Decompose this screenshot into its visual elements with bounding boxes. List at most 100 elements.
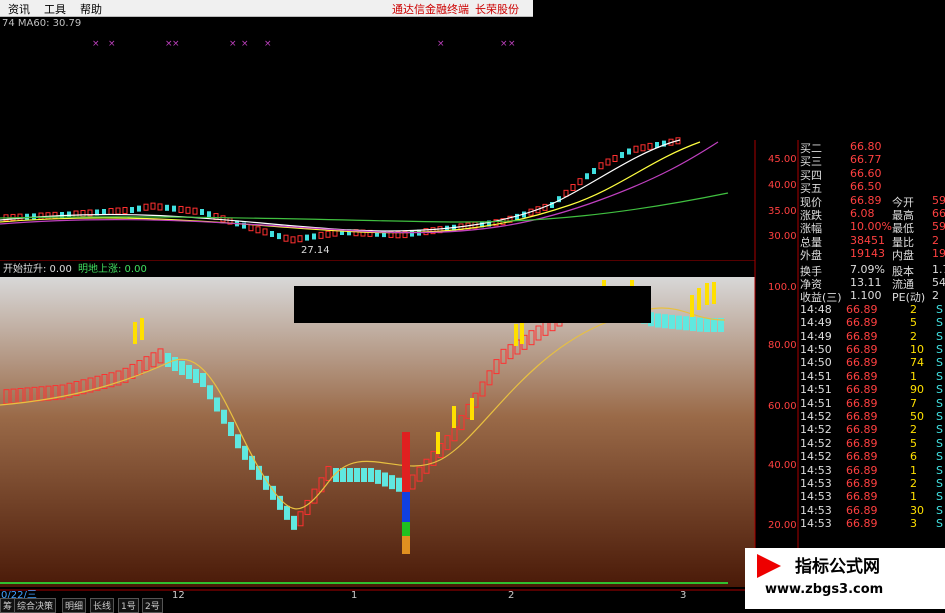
price-candle [592, 168, 596, 174]
osc-candle [690, 317, 696, 331]
price-candle [585, 173, 589, 180]
price-candle [207, 211, 211, 218]
tab-long[interactable]: 长线 [90, 598, 115, 613]
osc-tick-40: 40.00 [768, 460, 797, 471]
tick-volume: 10 [910, 343, 924, 356]
price-candle [32, 213, 36, 220]
price-candle [200, 209, 204, 215]
stat-row: 涨跌 6.08 最高 66 [798, 207, 945, 222]
stat-value: 1.100 [850, 289, 882, 303]
tick-volume: 1 [910, 369, 917, 383]
tab-decision[interactable]: 综合决策 [14, 598, 57, 613]
marker-bar-orange [402, 536, 410, 554]
osc-candle [676, 315, 682, 330]
tab-detail[interactable]: 明细 [62, 598, 87, 613]
osc-candle [361, 468, 367, 482]
tick-time: 14:52 [800, 450, 832, 464]
price-candle [25, 213, 29, 220]
tab-chip[interactable]: 筹 [0, 598, 16, 613]
tick-time: 14:52 [800, 410, 832, 423]
price-candle [165, 204, 169, 211]
signal-marker: × [241, 39, 249, 49]
stock-name: 长荣股份 [475, 3, 519, 16]
panel2-kaipan: 开始拉升: 0.00 [3, 262, 72, 275]
stat-value: 1.7 [932, 262, 945, 276]
osc-candle [193, 369, 199, 383]
tick-row: 14:53 66.89 1 S [798, 464, 945, 477]
tick-side: S [936, 423, 943, 437]
menu-item-help[interactable]: 帮助 [80, 1, 102, 17]
banner-url: www.zbgs3.com [765, 582, 884, 597]
tick-row: 14:50 66.89 10 S [798, 343, 945, 356]
banner-title: 指标公式网 [795, 557, 880, 577]
ma-legend: 74 MA60: 30.79 [2, 18, 81, 29]
osc-candle [662, 314, 668, 329]
osc-candle [186, 365, 192, 379]
osc-candle [200, 373, 206, 387]
tick-price: 66.89 [846, 517, 878, 531]
osc-candle [655, 313, 661, 328]
menu-item-news[interactable]: 资讯 [8, 1, 30, 17]
osc-candle [375, 469, 381, 484]
tick-price: 66.89 [846, 503, 878, 517]
tick-price: 66.89 [846, 436, 878, 450]
osc-candle [683, 316, 689, 331]
logo-icon [757, 554, 781, 578]
price-candle [270, 231, 274, 237]
signal-marker: × [172, 39, 180, 49]
price-tick-35: 35.00 [768, 206, 797, 217]
low-label: 27.14 [301, 245, 330, 256]
tick-time: 14:51 [800, 369, 832, 383]
tab-no1[interactable]: 1号 [118, 598, 139, 613]
tick-volume: 50 [910, 410, 924, 423]
osc-tick-100: 100.0 [768, 282, 797, 293]
redaction-box [294, 286, 651, 323]
price-candle [130, 207, 134, 213]
tick-time: 14:51 [800, 396, 832, 410]
price-candle [172, 205, 176, 212]
panel2-mingdi: 明地上涨: 0.00 [78, 262, 147, 275]
tab-no2[interactable]: 2号 [142, 598, 163, 613]
tick-time: 14:53 [800, 477, 832, 490]
osc-candle [340, 468, 346, 482]
tick-side: S [936, 410, 943, 423]
tick-volume: 3 [910, 517, 917, 531]
tick-volume: 2 [910, 477, 917, 490]
osc-candle [228, 422, 234, 436]
tick-side: S [936, 356, 943, 370]
stat-value: 6.08 [850, 207, 875, 220]
tick-time: 14:48 [800, 302, 832, 316]
bid-price: 66.60 [850, 166, 882, 180]
tick-row: 14:51 66.89 1 S [798, 370, 945, 383]
tick-volume: 2 [910, 329, 917, 343]
tick-volume: 1 [910, 463, 917, 477]
stat-value: 13.11 [850, 276, 882, 289]
price-candle [305, 234, 309, 241]
tick-side: S [936, 302, 943, 316]
stat-row: 换手7.09%股本1.7 [798, 262, 945, 278]
tick-side: S [936, 490, 943, 504]
tick-price: 66.89 [846, 463, 878, 477]
signal-bar [697, 288, 701, 310]
tick-time: 14:49 [800, 329, 832, 343]
tick-time: 14:50 [800, 343, 832, 356]
price-tick-30: 30.00 [768, 231, 797, 242]
menu-item-tools[interactable]: 工具 [44, 1, 66, 17]
tick-row: 14:52 66.89 5 S [798, 437, 945, 450]
price-tick-45: 45.00 [768, 154, 797, 165]
price-candle [312, 233, 316, 240]
tick-price: 66.89 [846, 356, 878, 370]
stat-row: 总量 38451 量比 2 [798, 233, 945, 249]
bid-price: 66.77 [850, 153, 882, 167]
stat-value: 38451 [850, 233, 885, 247]
osc-candle [354, 468, 360, 482]
osc-candle [711, 318, 717, 332]
tick-volume: 2 [910, 302, 917, 316]
signal-marker: × [437, 39, 445, 49]
stat-value: 19143 [850, 247, 885, 261]
signal-marker: × [500, 39, 508, 49]
tick-price: 66.89 [846, 302, 878, 316]
tick-volume: 1 [910, 490, 917, 504]
tick-price: 66.89 [846, 329, 878, 343]
stat-label: 内盘 [892, 249, 914, 263]
